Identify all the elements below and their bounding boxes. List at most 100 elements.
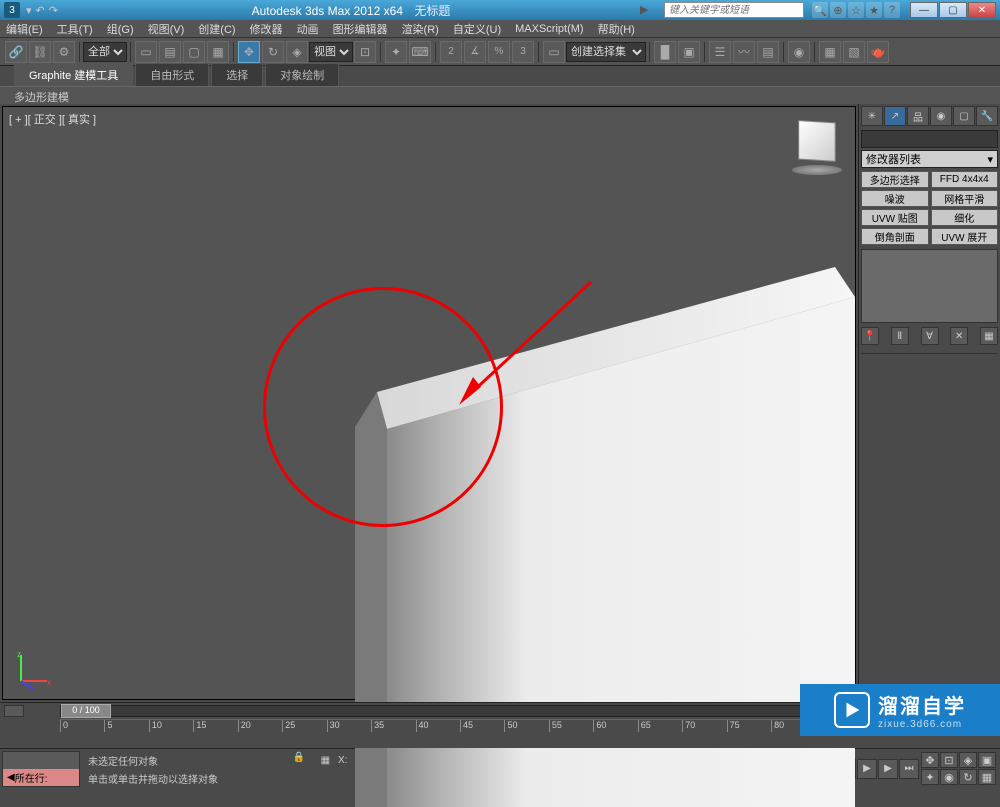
minimize-button[interactable]: — xyxy=(910,2,938,18)
stack-tool-icon[interactable]: ▦ xyxy=(980,327,998,345)
ribbon-sublabel[interactable]: 多边形建模 xyxy=(0,86,1000,104)
render-setup-icon[interactable]: ▦ xyxy=(819,41,841,63)
object-name-input[interactable] xyxy=(861,130,998,148)
scale-icon[interactable]: ◈ xyxy=(286,41,308,63)
modifier-list-dropdown[interactable]: 修改器列表▾ xyxy=(861,150,998,168)
btn-uvwunwrap[interactable]: UVW 展开 xyxy=(931,228,999,245)
stack-tool-icon[interactable]: Ⅱ xyxy=(891,327,909,345)
steering-icon[interactable]: ⊕ xyxy=(830,2,846,18)
snap2-icon[interactable]: 2 xyxy=(440,41,462,63)
view-cube[interactable] xyxy=(789,117,845,173)
manip-icon[interactable]: ✦ xyxy=(385,41,407,63)
nav-icon[interactable]: ◈ xyxy=(959,752,977,768)
nav-icon[interactable]: ↻ xyxy=(959,769,977,785)
window-crossing-icon[interactable]: ▦ xyxy=(207,41,229,63)
goto-end-icon[interactable]: ⏭ xyxy=(899,759,919,779)
time-ruler[interactable]: 051015202530354045505560657075808590 xyxy=(60,719,860,733)
tab-utilities-icon[interactable]: 🔧 xyxy=(976,106,998,126)
tab-freeform[interactable]: 自由形式 xyxy=(135,63,209,86)
qat-icon[interactable]: ↷ xyxy=(49,4,58,17)
select-move-icon[interactable]: ✥ xyxy=(238,41,260,63)
menu-modifier[interactable]: 修改器 xyxy=(250,21,283,37)
curve-editor-icon[interactable]: 〰 xyxy=(733,41,755,63)
next-frame-icon[interactable]: ▶ xyxy=(878,759,898,779)
menu-help[interactable]: 帮助(H) xyxy=(598,21,635,37)
pivot-icon[interactable]: ⊡ xyxy=(354,41,376,63)
modifier-stack[interactable] xyxy=(861,249,998,323)
tab-select[interactable]: 选择 xyxy=(211,63,263,86)
nav-icon[interactable]: ▣ xyxy=(978,752,996,768)
btn-ffd[interactable]: FFD 4x4x4 xyxy=(931,171,999,188)
location-row[interactable]: ◀ 所在行: xyxy=(3,769,79,786)
render-frame-icon[interactable]: ▧ xyxy=(843,41,865,63)
lock-icon[interactable]: 🔒 xyxy=(293,752,309,768)
btn-uvwmap[interactable]: UVW 贴图 xyxy=(861,209,929,226)
menu-view[interactable]: 视图(V) xyxy=(148,21,185,37)
mirror-icon[interactable]: ▐▌ xyxy=(654,41,676,63)
qat-icon[interactable]: ↶ xyxy=(36,4,45,17)
nav-icon[interactable]: ◉ xyxy=(940,769,958,785)
snap-spinner-icon[interactable]: 3 xyxy=(512,41,534,63)
nav-icon[interactable]: ▦ xyxy=(978,769,996,785)
menu-script[interactable]: MAXScript(M) xyxy=(515,23,583,35)
menu-group[interactable]: 组(G) xyxy=(107,21,134,37)
menu-custom[interactable]: 自定义(U) xyxy=(453,21,501,37)
nav-icon[interactable]: ✥ xyxy=(921,752,939,768)
menu-graph[interactable]: 图形编辑器 xyxy=(333,21,388,37)
maximize-button[interactable]: ▢ xyxy=(939,2,967,18)
time-slider-handle[interactable]: 0 / 100 xyxy=(61,704,111,718)
viewport-label[interactable]: [ + ][ 正交 ][ 真实 ] xyxy=(9,111,96,127)
help-icon[interactable]: ? xyxy=(884,2,900,18)
btn-noise[interactable]: 噪波 xyxy=(861,190,929,207)
stack-tool-icon[interactable]: ✕ xyxy=(950,327,968,345)
comm-icon[interactable]: ☆ xyxy=(848,2,864,18)
stack-tool-icon[interactable]: ∀ xyxy=(921,327,939,345)
coord-icon[interactable]: ▦ xyxy=(321,755,330,766)
layer-icon[interactable]: ☰ xyxy=(709,41,731,63)
select-name-icon[interactable]: ▤ xyxy=(159,41,181,63)
material-icon[interactable]: ◉ xyxy=(788,41,810,63)
script-top[interactable] xyxy=(3,752,79,769)
tab-motion-icon[interactable]: ◉ xyxy=(930,106,952,126)
named-sel-icon[interactable]: ▭ xyxy=(543,41,565,63)
tab-hierarchy-icon[interactable]: 品 xyxy=(907,106,929,126)
menu-animation[interactable]: 动画 xyxy=(297,21,319,37)
select-region-icon[interactable]: ▢ xyxy=(183,41,205,63)
nav-icon[interactable]: ✦ xyxy=(921,769,939,785)
search-input[interactable] xyxy=(664,2,804,18)
tab-modify-icon[interactable]: ↗ xyxy=(884,106,906,126)
snap-percent-icon[interactable]: % xyxy=(488,41,510,63)
qat-icon[interactable]: ▾ xyxy=(26,4,32,17)
binocular-icon[interactable]: 🔍 xyxy=(812,2,828,18)
tab-graphite[interactable]: Graphite 建模工具 xyxy=(14,63,133,86)
tab-display-icon[interactable]: ▢ xyxy=(953,106,975,126)
close-button[interactable]: ✕ xyxy=(968,2,996,18)
btn-meshsmooth[interactable]: 网格平滑 xyxy=(931,190,999,207)
btn-poly-select[interactable]: 多边形选择 xyxy=(861,171,929,188)
unlink-icon[interactable]: ⛓ xyxy=(29,41,51,63)
time-slider[interactable]: 0 / 100 xyxy=(60,705,860,717)
rotate-icon[interactable]: ↻ xyxy=(262,41,284,63)
bind-icon[interactable]: ⚙ xyxy=(53,41,75,63)
tab-create-icon[interactable]: ✳ xyxy=(861,106,883,126)
menu-edit[interactable]: 编辑(E) xyxy=(6,21,43,37)
selection-filter-dropdown[interactable]: 全部 xyxy=(83,42,127,62)
btn-bevel[interactable]: 倒角剖面 xyxy=(861,228,929,245)
select-icon[interactable]: ▭ xyxy=(135,41,157,63)
keyboard-icon[interactable]: ⌨ xyxy=(409,41,431,63)
snap-angle-icon[interactable]: ∡ xyxy=(464,41,486,63)
schematic-icon[interactable]: ▤ xyxy=(757,41,779,63)
viewport[interactable]: [ + ][ 正交 ][ 真实 ] xyxy=(2,106,856,700)
app-icon[interactable]: 3 xyxy=(4,2,20,18)
link-icon[interactable]: 🔗 xyxy=(5,41,27,63)
ref-coord-dropdown[interactable]: 视图 xyxy=(309,42,353,62)
timeline-left-icon[interactable] xyxy=(4,705,24,717)
render-icon[interactable]: 🫖 xyxy=(867,41,889,63)
named-selection-dropdown[interactable]: 创建选择集 xyxy=(566,42,646,62)
nav-icon[interactable]: ⊡ xyxy=(940,752,958,768)
menu-tools[interactable]: 工具(T) xyxy=(57,21,93,37)
menu-render[interactable]: 渲染(R) xyxy=(402,21,439,37)
star-icon[interactable]: ★ xyxy=(866,2,882,18)
tab-paint[interactable]: 对象绘制 xyxy=(265,63,339,86)
align-icon[interactable]: ▣ xyxy=(678,41,700,63)
